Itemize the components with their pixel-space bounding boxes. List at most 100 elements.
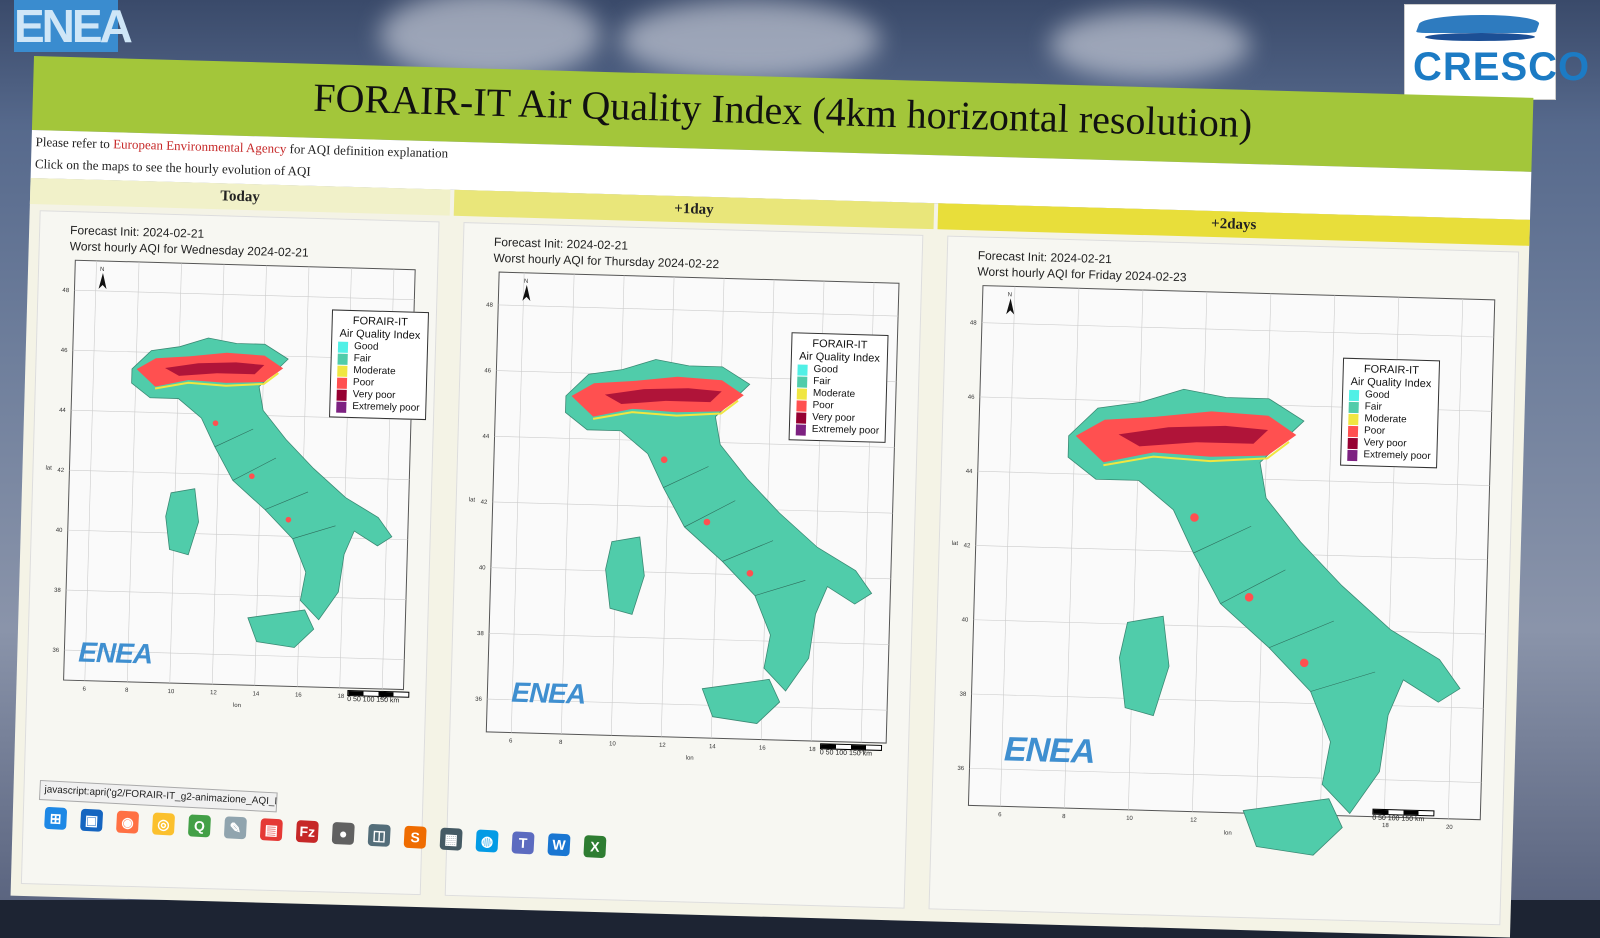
editor-icon[interactable]: ✎: [223, 816, 247, 840]
scale-bar: 0 50 100 150 km: [1372, 808, 1435, 824]
y-tick-label: 36: [52, 648, 60, 654]
legend-swatch: [1347, 449, 1358, 461]
legend-label: Poor: [1363, 425, 1386, 437]
y-tick-label: 44: [966, 469, 974, 475]
y-tick-label: 48: [970, 320, 978, 326]
x-tick-label: 16: [759, 746, 767, 752]
x-axis-label: lon: [1224, 831, 1232, 837]
refer-prefix: Please refer to: [35, 134, 114, 152]
legend-swatch: [796, 399, 807, 412]
calculator-icon[interactable]: ▦: [439, 827, 463, 851]
presentation-icon[interactable]: ▤: [259, 818, 283, 842]
legend-swatch: [1347, 425, 1359, 437]
panel-plus-2days: +2days Forecast Init: 2024-02-21 Worst ho…: [918, 203, 1531, 937]
y-tick-label: 42: [481, 500, 489, 506]
legend-swatch: [336, 401, 347, 413]
qgis-icon[interactable]: Q: [187, 814, 212, 838]
legend-label: Fair: [813, 375, 831, 388]
globe-icon[interactable]: ◍: [475, 829, 499, 853]
x-tick-label: 10: [1126, 816, 1134, 822]
network-icon[interactable]: ◫: [367, 823, 391, 847]
enea-corner-logo: ENEA: [14, 0, 133, 52]
scale-bar: 0 50 100 150 km: [820, 743, 883, 758]
eea-link[interactable]: European Environmental Agency: [113, 136, 287, 156]
x-tick-label: 6: [509, 739, 513, 745]
y-tick-label: 40: [479, 565, 487, 571]
cloud: [1050, 10, 1250, 80]
legend-subtitle: Air Quality Index: [339, 327, 421, 342]
y-tick-label: 46: [484, 368, 492, 374]
windows-start-icon[interactable]: ⊞: [44, 806, 68, 830]
x-tick-label: 20: [1446, 825, 1454, 831]
legend-swatch: [797, 375, 808, 388]
worst-aqi-text: Worst hourly AQI for Friday 2024-02-23: [977, 264, 1187, 284]
x-tick-label: 8: [1062, 814, 1066, 820]
app-icon[interactable]: S: [403, 825, 427, 849]
y-tick-label: 40: [962, 617, 970, 623]
y-tick-label: 44: [482, 434, 490, 440]
file-explorer-icon[interactable]: ▣: [80, 808, 104, 832]
legend-swatch: [797, 363, 808, 376]
map-svg: Forecast Init: 2024-02-21Worst hourly AQ…: [469, 235, 900, 762]
legend-label: Fair: [353, 353, 372, 365]
worst-aqi-text: Worst hourly AQI for Wednesday 2024-02-2…: [70, 239, 310, 260]
y-tick-label: 48: [62, 288, 70, 294]
y-axis-label: lat: [952, 541, 959, 547]
north-label: N: [1008, 292, 1013, 298]
y-tick-label: 38: [959, 692, 967, 698]
north-label: N: [524, 279, 529, 285]
legend-swatch: [337, 365, 348, 377]
legend-item: Extremely poor: [1347, 449, 1431, 463]
scale-labels: 0 50 100 150 km: [347, 695, 400, 705]
legend-item: Extremely poor: [336, 401, 420, 415]
legend-label: Poor: [812, 399, 834, 412]
y-tick-label: 38: [54, 588, 62, 594]
aqi-map-plus-2days[interactable]: Forecast Init: 2024-02-21 Worst hourly AQ…: [928, 235, 1520, 926]
chat-icon[interactable]: ●: [331, 821, 355, 846]
y-tick-label: 42: [57, 468, 65, 474]
enea-watermark: ENEA: [1003, 730, 1095, 771]
x-tick-label: 6: [82, 687, 86, 693]
x-tick-label: 10: [609, 741, 617, 747]
word-icon[interactable]: W: [547, 833, 571, 857]
y-tick-label: 42: [964, 543, 972, 549]
x-tick-label: 16: [295, 693, 303, 699]
cresco-logo: CRESCO: [1404, 4, 1589, 100]
y-tick-label: 36: [957, 766, 965, 772]
forecast-init-text: Forecast Init: 2024-02-21: [70, 223, 205, 241]
y-tick-label: 38: [477, 631, 485, 637]
scale-bar: 0 50 100 150 km: [347, 689, 410, 705]
north-label: N: [100, 267, 105, 273]
aqi-legend: FORAIR-IT Air Quality Index Good Fair Modera…: [788, 332, 889, 443]
legend-swatch: [796, 387, 808, 400]
x-tick-label: 12: [659, 743, 667, 749]
aqi-legend: FORAIR-IT Air Quality Index Good Fair Modera…: [1340, 357, 1441, 469]
y-tick-label: 46: [968, 395, 976, 401]
legend-label: Extremely poor: [352, 401, 420, 414]
legend-subtitle: Air Quality Index: [1350, 375, 1432, 391]
scale-labels: 0 50 100 150 km: [1372, 814, 1425, 824]
enea-watermark: ENEA: [510, 676, 586, 710]
y-axis-label: lat: [45, 465, 52, 471]
x-tick-label: 12: [1190, 818, 1198, 824]
x-tick-label: 14: [252, 691, 260, 697]
click-hint: Click on the maps to see the hourly evol…: [34, 156, 311, 179]
worst-aqi-text: Worst hourly AQI for Thursday 2024-02-22: [493, 251, 719, 271]
legend-label: Extremely poor: [1363, 449, 1431, 463]
x-tick-label: 10: [167, 689, 175, 695]
x-tick-label: 14: [709, 744, 717, 750]
legend-swatch: [1348, 401, 1359, 413]
filezilla-icon[interactable]: Fz: [295, 820, 319, 844]
legend-label: Extremely poor: [811, 423, 880, 437]
firefox-icon[interactable]: ◉: [115, 810, 140, 834]
legend-swatch: [336, 389, 347, 401]
legend-swatch: [1348, 413, 1359, 425]
teams-icon[interactable]: T: [511, 831, 535, 855]
excel-icon[interactable]: X: [583, 835, 607, 859]
legend-swatch: [796, 411, 807, 424]
x-axis-label: lon: [233, 703, 241, 709]
map-svg: Forecast Init: 2024-02-21Worst hourly AQ…: [952, 248, 1496, 856]
aqi-map-plus-1day[interactable]: Forecast Init: 2024-02-21 Worst hourly AQ…: [444, 222, 924, 909]
legend-label: Good: [1364, 389, 1390, 401]
chrome-icon[interactable]: ◎: [151, 812, 176, 836]
